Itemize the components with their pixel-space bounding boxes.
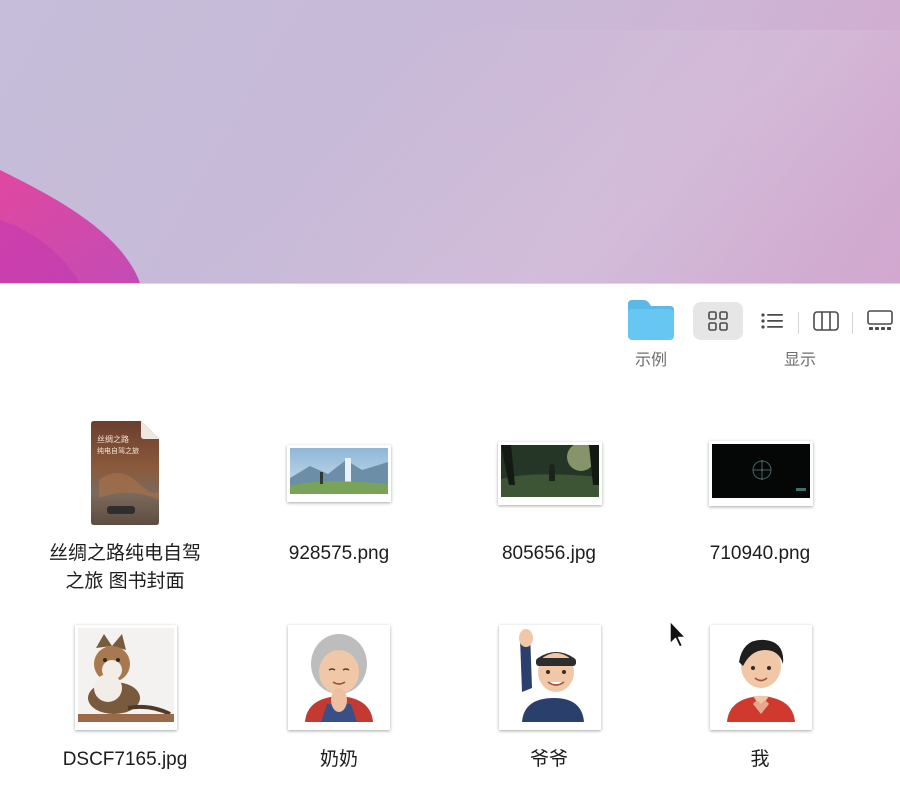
file-805656[interactable] bbox=[497, 441, 603, 505]
file-label: 爷爷 bbox=[529, 749, 568, 770]
file-label: 我 bbox=[750, 749, 770, 770]
file-nainai[interactable] bbox=[286, 624, 392, 730]
file-label: 928575.png bbox=[288, 543, 390, 564]
desktop-wallpaper bbox=[0, 0, 900, 283]
memoji-thumbnail-icon bbox=[710, 624, 812, 730]
wallpaper-pink-wave bbox=[0, 170, 140, 283]
file-928575[interactable] bbox=[286, 444, 392, 502]
document-thumbnail-icon: 丝绸之路 纯电自驾之旅 bbox=[91, 421, 159, 525]
memoji-thumbnail-icon bbox=[288, 624, 390, 730]
image-thumbnail-icon bbox=[498, 441, 602, 505]
image-thumbnail-icon bbox=[287, 444, 391, 502]
file-label: 丝绸之路纯电自驾 bbox=[48, 543, 201, 564]
file-label: DSCF7165.jpg bbox=[62, 749, 188, 770]
file-DSCF7165[interactable] bbox=[73, 624, 179, 730]
grid-view-icon bbox=[708, 311, 728, 331]
list-view-icon bbox=[761, 313, 783, 329]
list-view-button[interactable] bbox=[750, 302, 794, 340]
folder-label: 示例 bbox=[634, 352, 667, 369]
file-book-cover[interactable]: 丝绸之路 纯电自驾之旅 bbox=[80, 418, 170, 528]
finder-window: 示例 显示 丝绸之路 纯电自驾之旅 丝绸之路纯电自驾 之旅 图书封面 92857… bbox=[0, 283, 900, 792]
memoji-thumbnail-icon bbox=[499, 624, 601, 730]
file-yeye[interactable] bbox=[497, 624, 603, 730]
toolbar-divider bbox=[852, 312, 853, 334]
file-wo[interactable] bbox=[708, 624, 814, 730]
file-label: 奶奶 bbox=[319, 749, 358, 770]
image-thumbnail-icon bbox=[709, 440, 813, 506]
file-label: 805656.jpg bbox=[501, 543, 597, 564]
file-label: 之旅 图书封面 bbox=[65, 571, 185, 592]
column-view-icon bbox=[813, 311, 839, 331]
svg-text:丝绸之路: 丝绸之路 bbox=[97, 434, 129, 444]
mouse-cursor-icon bbox=[669, 620, 687, 648]
column-view-button[interactable] bbox=[806, 302, 846, 340]
svg-text:纯电自驾之旅: 纯电自驾之旅 bbox=[97, 446, 139, 455]
folder-icon[interactable] bbox=[626, 298, 676, 342]
image-thumbnail-icon bbox=[75, 624, 177, 730]
grid-view-button[interactable] bbox=[693, 302, 743, 340]
file-label: 710940.png bbox=[709, 543, 811, 564]
toolbar-divider bbox=[798, 312, 799, 334]
file-710940[interactable] bbox=[708, 440, 814, 506]
gallery-view-button[interactable] bbox=[860, 302, 900, 340]
gallery-view-icon bbox=[867, 310, 893, 330]
view-label: 显示 bbox=[783, 352, 816, 369]
